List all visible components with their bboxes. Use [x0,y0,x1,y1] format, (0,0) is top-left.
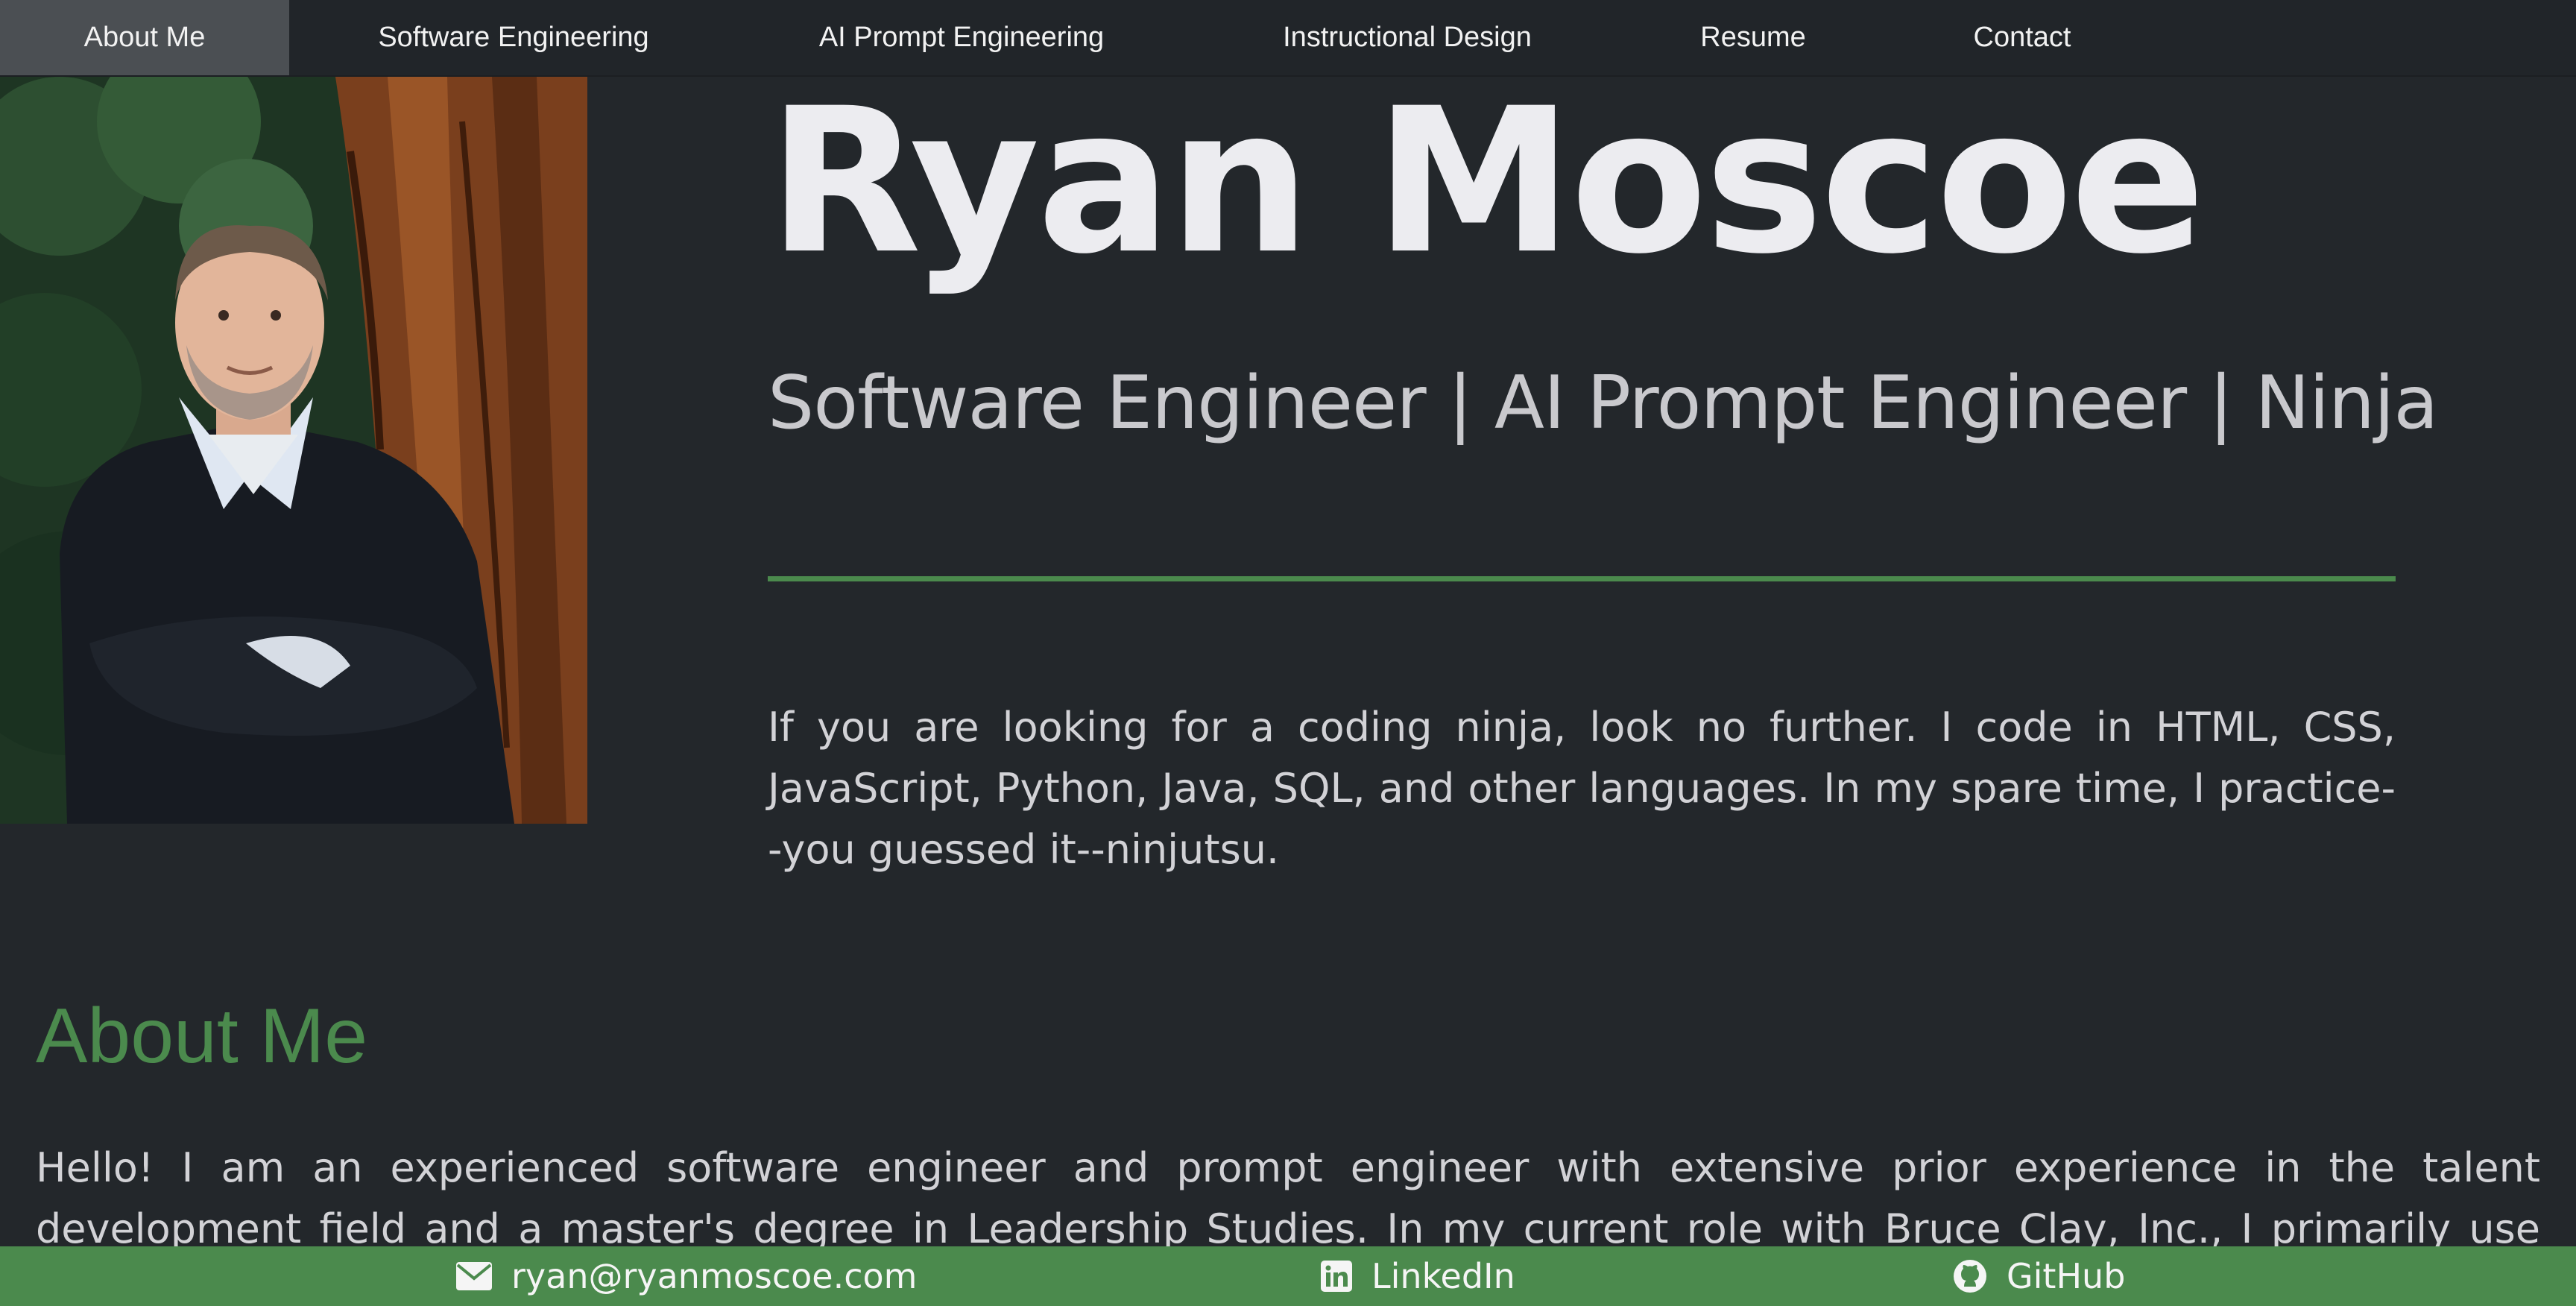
page: About Me Software Engineering AI Prompt … [0,0,2576,1306]
linkedin-icon [1321,1261,1352,1292]
nav-item-ai-prompt-engineering[interactable]: AI Prompt Engineering [738,0,1185,75]
github-icon [1953,1259,1987,1293]
about-heading: About Me [36,993,368,1079]
footer-email-text: ryan@ryanmoscoe.com [511,1256,918,1296]
footer-linkedin-text: LinkedIn [1371,1256,1515,1296]
footer-linkedin-link[interactable]: LinkedIn [1321,1246,1515,1306]
nav-item-software-engineering[interactable]: Software Engineering [289,0,738,75]
nav-item-contact[interactable]: Contact [1877,0,2168,75]
nav-item-resume[interactable]: Resume [1629,0,1877,75]
footer-bar: ryan@ryanmoscoe.com LinkedIn GitHub [0,1246,2576,1306]
hero-divider [768,576,2396,581]
hero-subtitle: Software Engineer | AI Prompt Engineer |… [768,361,2438,446]
footer-github-link[interactable]: GitHub [1953,1246,2125,1306]
hero-name: Ryan Moscoe [768,66,2206,298]
envelope-icon [456,1262,492,1290]
footer-email-link[interactable]: ryan@ryanmoscoe.com [456,1246,917,1306]
nav-item-about-me[interactable]: About Me [0,0,289,75]
nav-item-instructional-design[interactable]: Instructional Design [1185,0,1629,75]
footer-github-text: GitHub [2007,1256,2126,1296]
profile-photo [0,77,587,824]
hero-blurb: If you are looking for a coding ninja, l… [768,704,2396,873]
